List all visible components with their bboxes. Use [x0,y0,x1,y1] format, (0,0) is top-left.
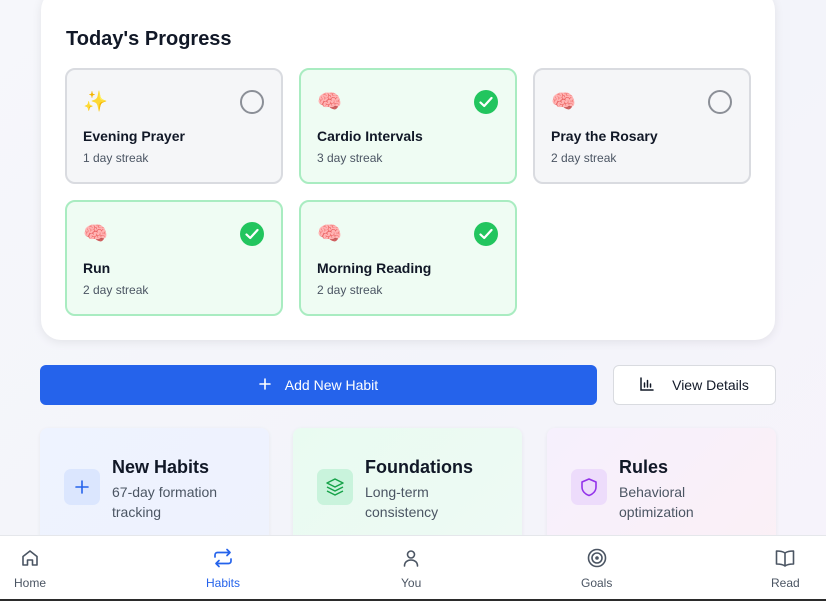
bottom-navigation: Home Habits You Goals Read [0,535,826,601]
view-details-button[interactable]: View Details [613,365,776,405]
category-card-new-habits[interactable]: New Habits 67-day formation tracking [40,428,269,548]
incomplete-circle-icon[interactable] [708,90,732,114]
add-new-habit-button[interactable]: Add New Habit [40,365,597,405]
view-details-label: View Details [672,377,749,393]
nav-item-habits[interactable]: Habits [206,548,240,590]
check-circle-icon[interactable] [474,90,498,114]
book-icon [774,548,796,571]
category-description: 67-day formation tracking [112,484,218,520]
category-description: Long-term consistency [365,484,439,520]
bar-chart-icon [640,376,654,394]
todays-progress-card: Today's Progress ✨ Evening Prayer 1 day … [41,0,775,340]
sparkles-icon: ✨ [83,91,108,113]
nav-label: Home [14,576,47,590]
habit-name: Pray the Rosary [551,128,658,144]
habit-name: Run [83,260,111,276]
habit-name: Morning Reading [317,260,432,276]
habit-card-pray-the-rosary[interactable]: 🧠 Pray the Rosary 2 day streak [533,68,751,184]
category-title: New Habits [112,457,210,477]
nav-label: Read [771,576,800,590]
check-circle-icon[interactable] [474,222,498,246]
habit-name: Evening Prayer [83,128,185,144]
plus-icon [258,377,271,393]
category-title: Foundations [365,457,473,477]
habit-name: Cardio Intervals [317,128,423,144]
category-description: Behavioral optimization [619,484,694,520]
shield-icon [571,469,607,505]
habit-streak: 2 day streak [83,283,149,297]
progress-title: Today's Progress [66,28,232,50]
user-icon [401,548,421,571]
category-card-foundations[interactable]: Foundations Long-term consistency [293,428,522,548]
brain-icon: 🧠 [317,223,342,245]
brain-icon: 🧠 [317,91,342,113]
brain-icon: 🧠 [83,223,108,245]
brain-icon: 🧠 [551,91,576,113]
nav-label: Goals [581,576,613,590]
category-title: Rules [619,457,669,477]
incomplete-circle-icon[interactable] [240,90,264,114]
nav-item-you[interactable]: You [401,548,421,590]
plus-icon [64,469,100,505]
nav-label: You [401,576,422,590]
target-icon [587,548,607,571]
habit-streak: 3 day streak [317,151,383,165]
nav-item-goals[interactable]: Goals [581,548,612,590]
add-new-habit-label: Add New Habit [284,377,379,393]
nav-item-home[interactable]: Home [14,548,46,590]
habit-card-run[interactable]: 🧠 Run 2 day streak [65,200,283,316]
layers-icon [317,469,353,505]
category-card-rules[interactable]: Rules Behavioral optimization [547,428,776,548]
habit-streak: 1 day streak [83,151,149,165]
nav-label: Habits [206,576,241,590]
habit-card-cardio-intervals[interactable]: 🧠 Cardio Intervals 3 day streak [299,68,517,184]
habit-card-morning-reading[interactable]: 🧠 Morning Reading 2 day streak [299,200,517,316]
habit-card-evening-prayer[interactable]: ✨ Evening Prayer 1 day streak [65,68,283,184]
habit-streak: 2 day streak [317,283,383,297]
check-circle-icon[interactable] [240,222,264,246]
habit-streak: 2 day streak [551,151,617,165]
home-icon [20,548,40,571]
repeat-icon [212,548,234,571]
nav-item-read[interactable]: Read [771,548,800,590]
